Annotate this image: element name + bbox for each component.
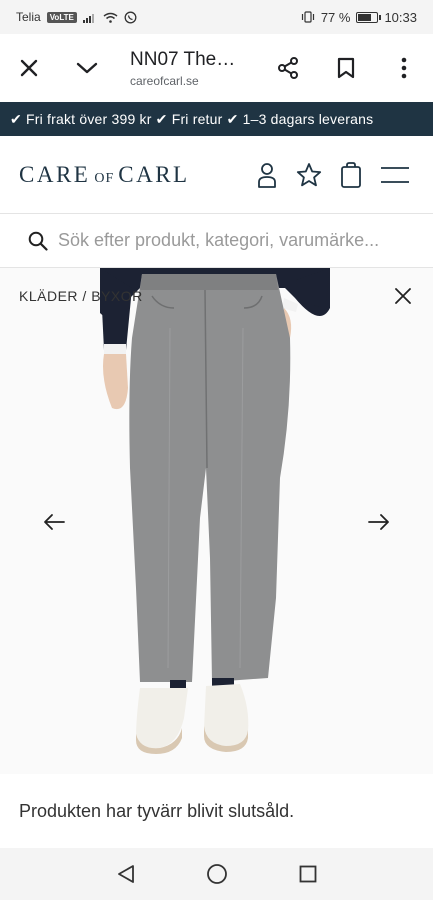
search-bar[interactable]: Sök efter produkt, kategori, varumärke..… — [0, 214, 433, 268]
more-vert-icon — [401, 57, 407, 79]
share-icon — [278, 57, 298, 79]
logo-word-care: CARE — [19, 161, 91, 187]
promo-banner: ✔ Fri frakt över 399 kr ✔ Fri retur ✔ 1–… — [0, 102, 433, 136]
page-title: NN07 The… — [130, 48, 236, 70]
close-icon — [20, 59, 38, 77]
clock: 10:33 — [384, 9, 417, 25]
previous-image-button[interactable] — [40, 508, 68, 536]
recents-button[interactable] — [290, 856, 326, 892]
page-url: careofcarl.se — [130, 73, 199, 88]
breadcrumb[interactable]: KLÄDER / BYXOR — [19, 288, 143, 304]
system-nav-bar — [0, 848, 433, 900]
cart-button[interactable] — [335, 159, 367, 191]
back-icon — [117, 865, 134, 883]
battery-icon — [356, 11, 382, 23]
header-actions — [251, 159, 433, 191]
page-title-area[interactable]: NN07 The… careofcarl.se — [116, 49, 259, 88]
home-button[interactable] — [199, 856, 235, 892]
sold-out-text: Produkten har tyvärr blivit slutsåld. — [19, 800, 295, 821]
back-button[interactable] — [108, 856, 144, 892]
battery-fill — [358, 13, 372, 21]
account-icon — [258, 162, 276, 188]
menu-icon — [381, 166, 409, 183]
star-icon — [296, 162, 322, 186]
signal-icon — [82, 13, 94, 23]
logo-word-of: OF — [94, 170, 115, 186]
expand-button[interactable] — [58, 34, 116, 102]
status-bar: Telia VoLTE 77 % 10:33 — [0, 0, 433, 34]
wifi-icon — [103, 12, 118, 23]
site-header: CARE OF CARL — [0, 136, 433, 214]
next-image-button[interactable] — [365, 508, 393, 536]
promo-text: ✔ Fri frakt över 399 kr ✔ Fri retur ✔ 1–… — [10, 110, 374, 127]
bookmark-button[interactable] — [317, 34, 375, 102]
whatsapp-icon — [124, 11, 137, 23]
arrow-left-icon — [44, 514, 65, 530]
bag-icon — [341, 161, 361, 188]
more-options-button[interactable] — [375, 34, 433, 102]
account-button[interactable] — [251, 159, 283, 191]
wishlist-button[interactable] — [293, 159, 325, 191]
product-gallery[interactable]: KLÄDER / BYXOR — [0, 268, 433, 774]
site-logo[interactable]: CARE OF CARL — [19, 162, 190, 188]
arrow-right-icon — [368, 514, 389, 530]
close-gallery-button[interactable] — [391, 284, 415, 308]
menu-button[interactable] — [377, 159, 413, 191]
search-icon — [28, 231, 48, 251]
close-icon — [395, 288, 411, 304]
browser-toolbar: NN07 The… careofcarl.se — [0, 34, 433, 102]
close-tab-button[interactable] — [0, 34, 58, 102]
status-right: 77 % 10:33 — [301, 10, 417, 25]
battery-percent: 77 % — [320, 9, 351, 25]
chevron-down-icon — [76, 62, 98, 74]
bookmark-icon — [337, 57, 355, 79]
vibrate-icon — [301, 11, 314, 23]
recents-icon — [299, 865, 316, 883]
share-button[interactable] — [259, 34, 317, 102]
volte-badge: VoLTE — [46, 11, 77, 23]
home-icon — [206, 864, 227, 884]
status-left: Telia VoLTE — [16, 10, 137, 24]
logo-word-carl: CARL — [118, 161, 190, 187]
search-input[interactable]: Sök efter produkt, kategori, varumärke..… — [58, 230, 379, 251]
carrier-label: Telia — [16, 10, 41, 24]
sold-out-message: Produkten har tyvärr blivit slutsåld. — [0, 774, 433, 848]
